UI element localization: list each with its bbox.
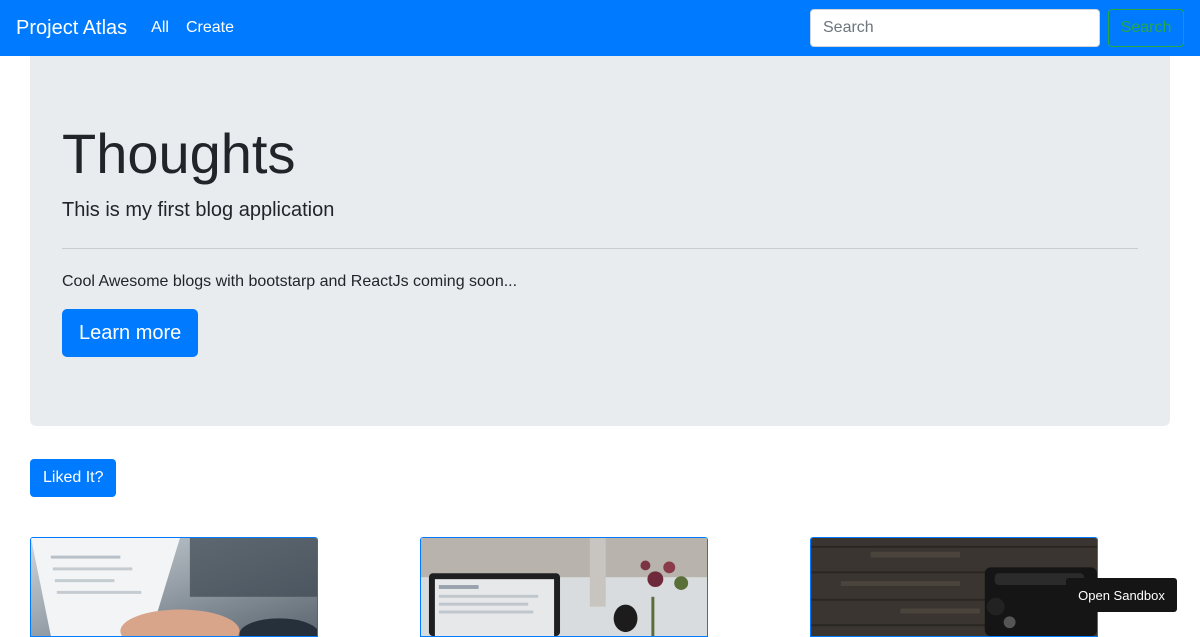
laptop-screen-hands-photo <box>31 538 317 636</box>
nav-link-all[interactable]: All <box>151 19 169 37</box>
typewriter-wood-photo <box>811 538 1097 636</box>
open-sandbox-button[interactable]: Open Sandbox <box>1066 578 1177 612</box>
lead-text: This is my first blog application <box>62 199 335 222</box>
liked-it-button[interactable]: Liked It? <box>30 459 117 497</box>
blog-card-1[interactable] <box>30 537 318 637</box>
jumbotron: Thoughts This is my first blog applicati… <box>30 56 1170 426</box>
learn-more-button[interactable]: Learn more <box>62 309 199 358</box>
page-title: Thoughts <box>62 122 296 185</box>
laptop-desk-flowers-photo <box>421 538 707 636</box>
navbar: Project Atlas All Create Search <box>0 0 1200 56</box>
blog-card-3[interactable] <box>810 537 1098 637</box>
divider <box>62 248 1138 250</box>
navbar-brand[interactable]: Project Atlas <box>16 17 127 40</box>
blog-card-2[interactable] <box>420 537 708 637</box>
description-text: Cool Awesome blogs with bootstarp and Re… <box>62 273 518 291</box>
search-input[interactable] <box>810 9 1100 47</box>
nav-link-create[interactable]: Create <box>186 19 234 37</box>
search-button[interactable]: Search <box>1108 9 1184 47</box>
